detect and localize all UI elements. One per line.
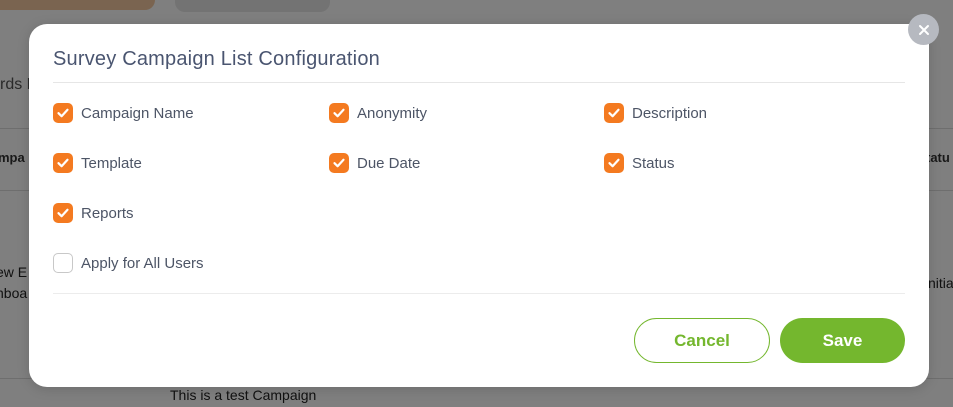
checkbox-checked[interactable] bbox=[604, 103, 624, 123]
modal-divider-top bbox=[53, 82, 905, 83]
option-label: Status bbox=[632, 154, 675, 172]
save-button[interactable]: Save bbox=[780, 318, 905, 363]
option-template[interactable]: Template bbox=[53, 153, 142, 173]
option-description[interactable]: Description bbox=[604, 103, 707, 123]
checkbox-checked[interactable] bbox=[53, 103, 73, 123]
option-campaign-name[interactable]: Campaign Name bbox=[53, 103, 194, 123]
option-reports[interactable]: Reports bbox=[53, 203, 134, 223]
checkbox-checked[interactable] bbox=[329, 103, 349, 123]
checkbox-checked[interactable] bbox=[604, 153, 624, 173]
checkbox-checked[interactable] bbox=[53, 153, 73, 173]
option-label: Due Date bbox=[357, 154, 421, 172]
check-icon bbox=[57, 208, 69, 218]
checkbox-checked[interactable] bbox=[53, 203, 73, 223]
option-label: Anonymity bbox=[357, 104, 428, 122]
option-apply-all-users[interactable]: Apply for All Users bbox=[53, 253, 204, 273]
option-label: Template bbox=[81, 154, 142, 172]
checkbox-unchecked[interactable] bbox=[53, 253, 73, 273]
checkbox-checked[interactable] bbox=[329, 153, 349, 173]
option-label: Campaign Name bbox=[81, 104, 194, 122]
check-icon bbox=[57, 108, 69, 118]
check-icon bbox=[57, 158, 69, 168]
modal-divider-bottom bbox=[53, 293, 905, 294]
close-button[interactable] bbox=[908, 14, 939, 45]
option-label: Description bbox=[632, 104, 708, 122]
option-status[interactable]: Status bbox=[604, 153, 675, 173]
close-icon bbox=[918, 24, 929, 35]
option-anonymity[interactable]: Anonymity bbox=[329, 103, 427, 123]
configuration-modal: Survey Campaign List Configuration Campa… bbox=[29, 24, 929, 387]
cancel-button[interactable]: Cancel bbox=[634, 318, 770, 363]
modal-title: Survey Campaign List Configuration bbox=[53, 48, 380, 70]
check-icon bbox=[333, 108, 345, 118]
check-icon bbox=[333, 158, 345, 168]
option-label: Reports bbox=[81, 204, 134, 222]
option-label: Apply for All Users bbox=[81, 254, 204, 272]
check-icon bbox=[608, 108, 620, 118]
check-icon bbox=[608, 158, 620, 168]
option-due-date[interactable]: Due Date bbox=[329, 153, 420, 173]
